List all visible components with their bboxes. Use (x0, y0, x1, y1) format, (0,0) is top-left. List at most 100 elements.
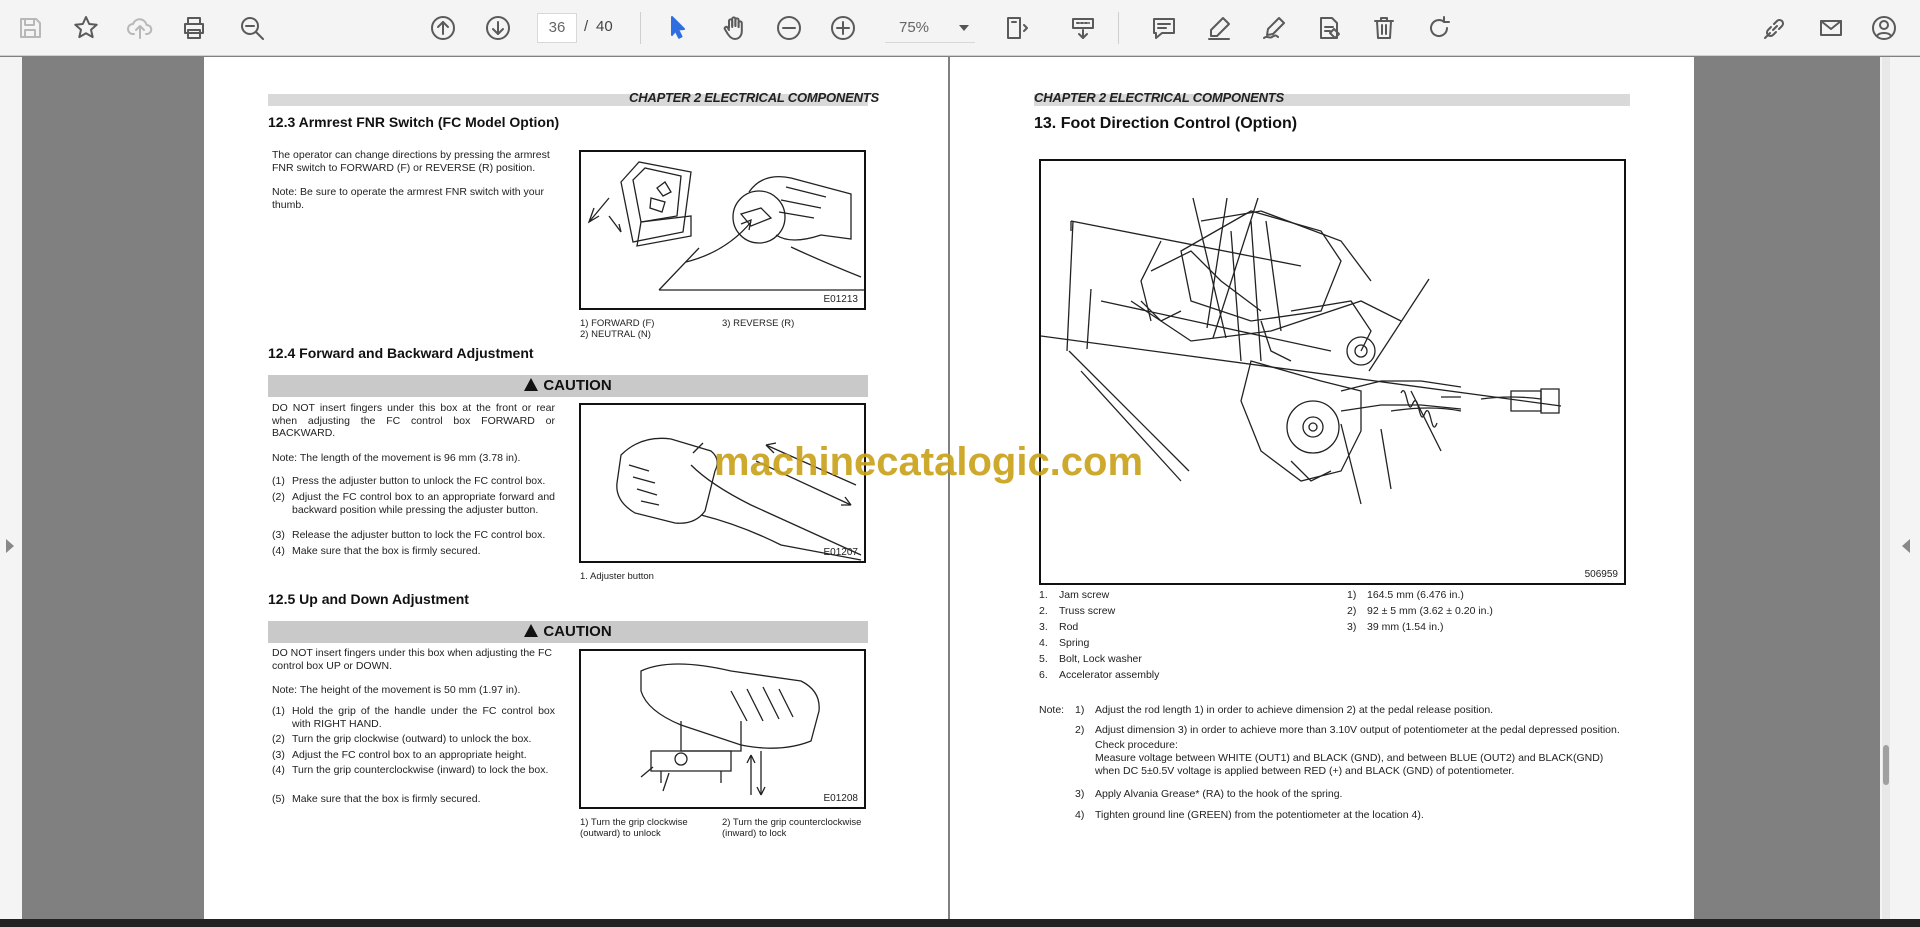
vertical-scrollbar[interactable] (1882, 57, 1890, 919)
page-left: CHAPTER 2 ELECTRICAL COMPONENTS 12.3 Arm… (204, 57, 948, 919)
bookmark-star-icon[interactable] (68, 10, 104, 46)
warning-icon (524, 624, 539, 637)
list-item: Measure voltage between WHITE (OUT1) and… (1095, 752, 1604, 777)
chapter-header: CHAPTER 2 ELECTRICAL COMPONENTS (629, 90, 879, 105)
comment-icon[interactable] (1146, 10, 1182, 46)
svg-text:5: 5 (1421, 448, 1428, 463)
paragraph: DO NOT insert fingers under this box at … (272, 402, 555, 439)
previous-page-icon[interactable] (425, 10, 461, 46)
select-cursor-icon[interactable] (660, 10, 696, 46)
caption: 1. Adjuster button (580, 571, 654, 582)
svg-text:2): 2) (631, 775, 643, 790)
caution-banner: CAUTION (268, 375, 868, 397)
watermark: machinecatalogic.com (714, 440, 1144, 484)
caption: 1) Turn the grip clockwise (outward) to … (580, 817, 688, 839)
caption: 3) REVERSE (R) (722, 318, 795, 329)
paragraph: The operator can change directions by pr… (272, 149, 550, 174)
list-item: 2) 92 ± 5 mm (3.62 ± 0.20 in.) (1347, 605, 1493, 617)
edit-document-icon[interactable] (1311, 10, 1347, 46)
svg-text:3): 3) (1051, 251, 1063, 266)
section-title-12-3: 12.3 Armrest FNR Switch (FC Model Option… (268, 114, 560, 130)
note: Note: The length of the movement is 96 m… (272, 452, 521, 464)
figure-fnr-switch: 1) 2) 3) E01213 (579, 150, 866, 310)
svg-text:6: 6 (1389, 459, 1396, 474)
hand-tool-icon[interactable] (716, 10, 752, 46)
zoom-select[interactable]: 75% (885, 13, 975, 43)
chapter-header: CHAPTER 2 ELECTRICAL COMPONENTS (1034, 90, 1284, 105)
list-item: 5. Bolt, Lock washer (1039, 653, 1142, 665)
list-item: (1) Press the adjuster button to unlock t… (272, 475, 546, 487)
page-fit-icon[interactable] (998, 10, 1034, 46)
zoom-value: 75% (899, 19, 930, 36)
zoom-out-icon[interactable] (771, 10, 807, 46)
list-item: (3) Adjust the FC control box to an appro… (272, 749, 527, 761)
figure-id: 506959 (1584, 569, 1618, 580)
caution-label: CAUTION (543, 377, 612, 394)
zoom-in-icon[interactable] (825, 10, 861, 46)
list-item: (1) Hold the grip of the handle under the… (272, 705, 555, 730)
email-icon[interactable] (1813, 10, 1849, 46)
page-total: 40 (596, 18, 613, 35)
list-item: 1) Adjust the rod length 1) in order to a… (1075, 704, 1494, 716)
caution-label: CAUTION (543, 623, 612, 640)
figure-id: E01213 (823, 294, 858, 305)
list-item: 3) 39 mm (1.54 in.) (1347, 621, 1444, 633)
list-item: 3) Apply Alvania Grease* (RA) to the hook… (1075, 788, 1343, 800)
warning-icon (524, 378, 539, 391)
highlight-pen-icon[interactable] (1201, 10, 1237, 46)
redo-icon[interactable] (1421, 10, 1457, 46)
divider (1118, 12, 1119, 44)
list-item: 2. Truss screw (1039, 605, 1116, 617)
list-item: 3. Rod (1039, 621, 1079, 633)
figure-foot-direction-control: 1 2 3 4) 3) 2) 4 5 6 506959 (1039, 159, 1626, 585)
caption: 1) FORWARD (F) (580, 318, 655, 329)
figure-id: E01207 (823, 547, 858, 558)
divider (640, 12, 641, 44)
svg-text:1): 1) (585, 188, 597, 203)
keyboard-scroll-icon[interactable] (1065, 10, 1101, 46)
list-item: 1. Jam screw (1039, 589, 1110, 601)
list-item: (5) Make sure that the box is firmly secu… (272, 793, 481, 805)
status-bar (0, 919, 1920, 927)
svg-text:2): 2) (595, 218, 607, 233)
page-number-input[interactable]: 36 (537, 13, 577, 43)
list-item: Check procedure: (1095, 739, 1178, 751)
svg-text:2): 2) (1077, 285, 1089, 300)
svg-text:3): 3) (621, 236, 633, 251)
save-icon[interactable] (12, 10, 48, 46)
zoom-search-icon[interactable] (234, 10, 270, 46)
caption: 2) Turn the grip counterclockwise (inwar… (722, 817, 862, 839)
svg-text:1): 1) (661, 791, 673, 806)
list-item: (2) Turn the grip clockwise (outward) to … (272, 733, 532, 745)
note: Note: Be sure to operate the armrest FNR… (272, 186, 544, 211)
list-item: (4) Make sure that the box is firmly secu… (272, 545, 481, 557)
scrollbar-thumb[interactable] (1883, 745, 1889, 785)
user-account-icon[interactable] (1866, 10, 1902, 46)
page-separator: / (584, 18, 589, 35)
draw-sign-icon[interactable] (1256, 10, 1292, 46)
toolbar: 36 / 40 75% (0, 0, 1920, 56)
print-icon[interactable] (176, 10, 212, 46)
list-item: 1) 164.5 mm (6.476 in.) (1347, 589, 1464, 601)
note-label: Note: (1039, 704, 1065, 716)
list-item: (4) Turn the grip counterclockwise (inwar… (272, 764, 549, 776)
left-panel-toggle[interactable] (0, 57, 22, 919)
note: Note: The height of the movement is 50 m… (272, 684, 521, 696)
chevron-down-icon (959, 25, 969, 31)
figure-id: E01208 (823, 793, 858, 804)
svg-text:4): 4) (1425, 265, 1437, 280)
section-title-12-4: 12.4 Forward and Backward Adjustment (268, 345, 534, 361)
caption: 2) NEUTRAL (N) (580, 329, 651, 340)
delete-trash-icon[interactable] (1366, 10, 1402, 46)
list-item: 2) Adjust dimension 3) in order to achiev… (1075, 724, 1620, 736)
paragraph: DO NOT insert fingers under this box whe… (272, 647, 552, 672)
list-item: 4. Spring (1039, 637, 1090, 649)
next-page-icon[interactable] (480, 10, 516, 46)
caution-banner: CAUTION (268, 621, 868, 643)
list-item: (2) Adjust the FC control box to an appro… (272, 491, 555, 516)
section-title-13: 13. Foot Direction Control (Option) (1034, 115, 1298, 132)
chevron-right-icon (6, 539, 14, 553)
cloud-upload-icon[interactable] (122, 10, 158, 46)
svg-text:3: 3 (1254, 185, 1261, 200)
share-link-icon[interactable] (1757, 10, 1793, 46)
